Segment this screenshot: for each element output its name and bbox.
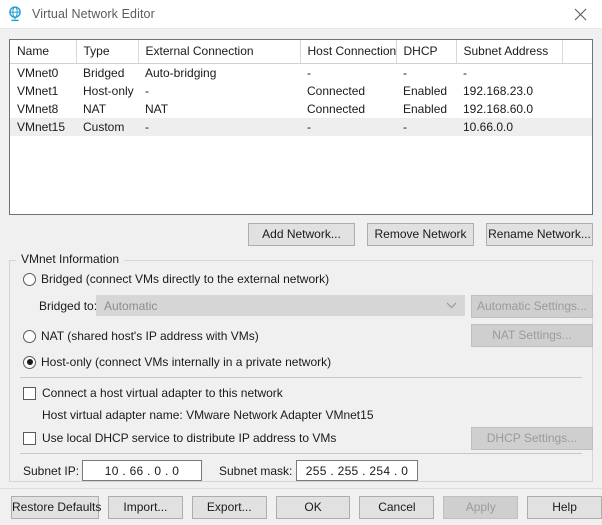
cell-dhcp: - [403, 66, 407, 80]
radio-nat-label: NAT (shared host's IP address with VMs) [41, 329, 259, 343]
ok-button[interactable]: OK [275, 495, 351, 519]
column-header-name[interactable]: Name [10, 40, 77, 64]
network-table: Name Type External Connection Host Conne… [10, 40, 592, 136]
cell-host: Connected [307, 102, 366, 116]
cell-host: - [300, 118, 396, 136]
subnet-ip-value: 10 . 66 . 0 . 0 [104, 463, 180, 478]
close-icon [574, 8, 586, 20]
cell-type: Host-only [83, 84, 134, 98]
cell-external: - [145, 84, 149, 98]
network-actions: Add Network... Remove Network Rename Net… [0, 223, 593, 246]
title-bar: Virtual Network Editor [0, 0, 602, 29]
column-header-filler [562, 40, 592, 64]
host-adapter-name: Host virtual adapter name: VMware Networ… [42, 408, 374, 422]
dialog-footer: Restore Defaults Import... Export... OK … [0, 488, 602, 525]
cell-host: - [307, 66, 311, 80]
cell-name: VMnet1 [17, 84, 59, 98]
radio-nat[interactable]: NAT (shared host's IP address with VMs) [23, 329, 259, 343]
group-title: VMnet Information [18, 252, 123, 266]
subnet-mask-label: Subnet mask: [219, 464, 293, 478]
table-header: Name Type External Connection Host Conne… [10, 40, 592, 64]
export-button[interactable]: Export... [191, 495, 267, 519]
import-button[interactable]: Import... [108, 495, 183, 519]
cell-subnet: 10.66.0.0 [456, 118, 562, 136]
cell-type: NAT [83, 102, 107, 116]
table-row[interactable]: VMnet0 Bridged Auto-bridging - - - [10, 64, 592, 83]
add-network-button[interactable]: Add Network... [248, 223, 355, 246]
cell-dhcp: - [396, 118, 456, 136]
window-title: Virtual Network Editor [32, 7, 155, 21]
cell-subnet: 192.168.60.0 [463, 102, 534, 116]
cell-name: VMnet0 [17, 66, 59, 80]
restore-defaults-button[interactable]: Restore Defaults [11, 495, 101, 519]
checkbox-connect-host-adapter-box [23, 386, 36, 400]
cell-host: Connected [307, 84, 366, 98]
network-list[interactable]: Name Type External Connection Host Conne… [9, 39, 593, 215]
help-button[interactable]: Help [527, 495, 602, 519]
cell-dhcp: Enabled [403, 84, 448, 98]
divider-upper [20, 377, 582, 378]
apply-button[interactable]: Apply [443, 495, 519, 519]
cancel-button[interactable]: Cancel [359, 495, 435, 519]
checkbox-connect-host-adapter[interactable]: Connect a host virtual adapter to this n… [23, 386, 283, 400]
radio-bridged-label: Bridged (connect VMs directly to the ext… [41, 272, 330, 286]
bridged-to-select[interactable]: Automatic [96, 295, 465, 316]
cell-filler [562, 82, 592, 100]
table-body: VMnet0 Bridged Auto-bridging - - - VMnet… [10, 64, 592, 136]
radio-bridged[interactable]: Bridged (connect VMs directly to the ext… [23, 272, 329, 286]
subnet-mask-input[interactable]: 255 . 255 . 254 . 0 [296, 460, 418, 481]
checkbox-connect-host-adapter-label: Connect a host virtual adapter to this n… [42, 386, 283, 400]
remove-network-button[interactable]: Remove Network [367, 223, 474, 246]
rename-network-button[interactable]: Rename Network... [486, 223, 593, 246]
vmnet-information-group: VMnet Information Bridged (connect VMs d… [9, 252, 593, 482]
column-header-type[interactable]: Type [76, 40, 139, 64]
cell-filler [562, 100, 592, 118]
bridged-to-label: Bridged to: [39, 299, 98, 313]
cell-filler [562, 64, 592, 83]
group-border-right [124, 260, 592, 261]
column-header-host[interactable]: Host Connection [300, 40, 397, 64]
subnet-mask-value: 255 . 255 . 254 . 0 [305, 463, 409, 478]
column-header-external[interactable]: External Connection [138, 40, 301, 64]
cell-subnet: - [463, 66, 467, 80]
bridged-to-value: Automatic [104, 298, 158, 313]
cell-type: Custom [76, 118, 138, 136]
cell-external: Auto-bridging [145, 66, 217, 80]
checkbox-local-dhcp-label: Use local DHCP service to distribute IP … [42, 431, 337, 445]
checkbox-local-dhcp-box [23, 431, 36, 445]
table-row[interactable]: VMnet15 Custom - - - 10.66.0.0 [10, 118, 592, 136]
table-row[interactable]: VMnet8 NAT NAT Connected Enabled 192.168… [10, 100, 592, 118]
checkbox-local-dhcp[interactable]: Use local DHCP service to distribute IP … [23, 431, 336, 445]
network-globe-icon [9, 6, 21, 22]
radio-nat-indicator [23, 329, 36, 343]
cell-filler [562, 118, 592, 136]
cell-name: VMnet15 [10, 118, 76, 136]
subnet-ip-input[interactable]: 10 . 66 . 0 . 0 [82, 460, 202, 481]
table-header-row: Name Type External Connection Host Conne… [10, 40, 592, 64]
radio-bridged-indicator [23, 272, 36, 286]
chevron-down-icon [446, 302, 457, 309]
dhcp-settings-button[interactable]: DHCP Settings... [471, 427, 593, 450]
cell-name: VMnet8 [17, 102, 59, 116]
cell-external: - [138, 118, 300, 136]
cell-external: NAT [145, 102, 169, 116]
automatic-settings-button[interactable]: Automatic Settings... [471, 295, 593, 318]
radio-host-only[interactable]: Host-only (connect VMs internally in a p… [23, 355, 331, 369]
radio-host-only-indicator [23, 355, 36, 369]
column-header-subnet[interactable]: Subnet Address [456, 40, 563, 64]
group-border-left [10, 260, 16, 261]
radio-host-only-label: Host-only (connect VMs internally in a p… [41, 355, 332, 369]
cell-dhcp: Enabled [403, 102, 448, 116]
nat-settings-button[interactable]: NAT Settings... [471, 324, 593, 347]
cell-subnet: 192.168.23.0 [463, 84, 534, 98]
column-header-dhcp[interactable]: DHCP [396, 40, 457, 64]
divider-lower [20, 453, 582, 454]
cell-type: Bridged [83, 66, 125, 80]
close-button[interactable] [558, 0, 602, 28]
table-row[interactable]: VMnet1 Host-only - Connected Enabled 192… [10, 82, 592, 100]
subnet-ip-label: Subnet IP: [23, 464, 80, 478]
